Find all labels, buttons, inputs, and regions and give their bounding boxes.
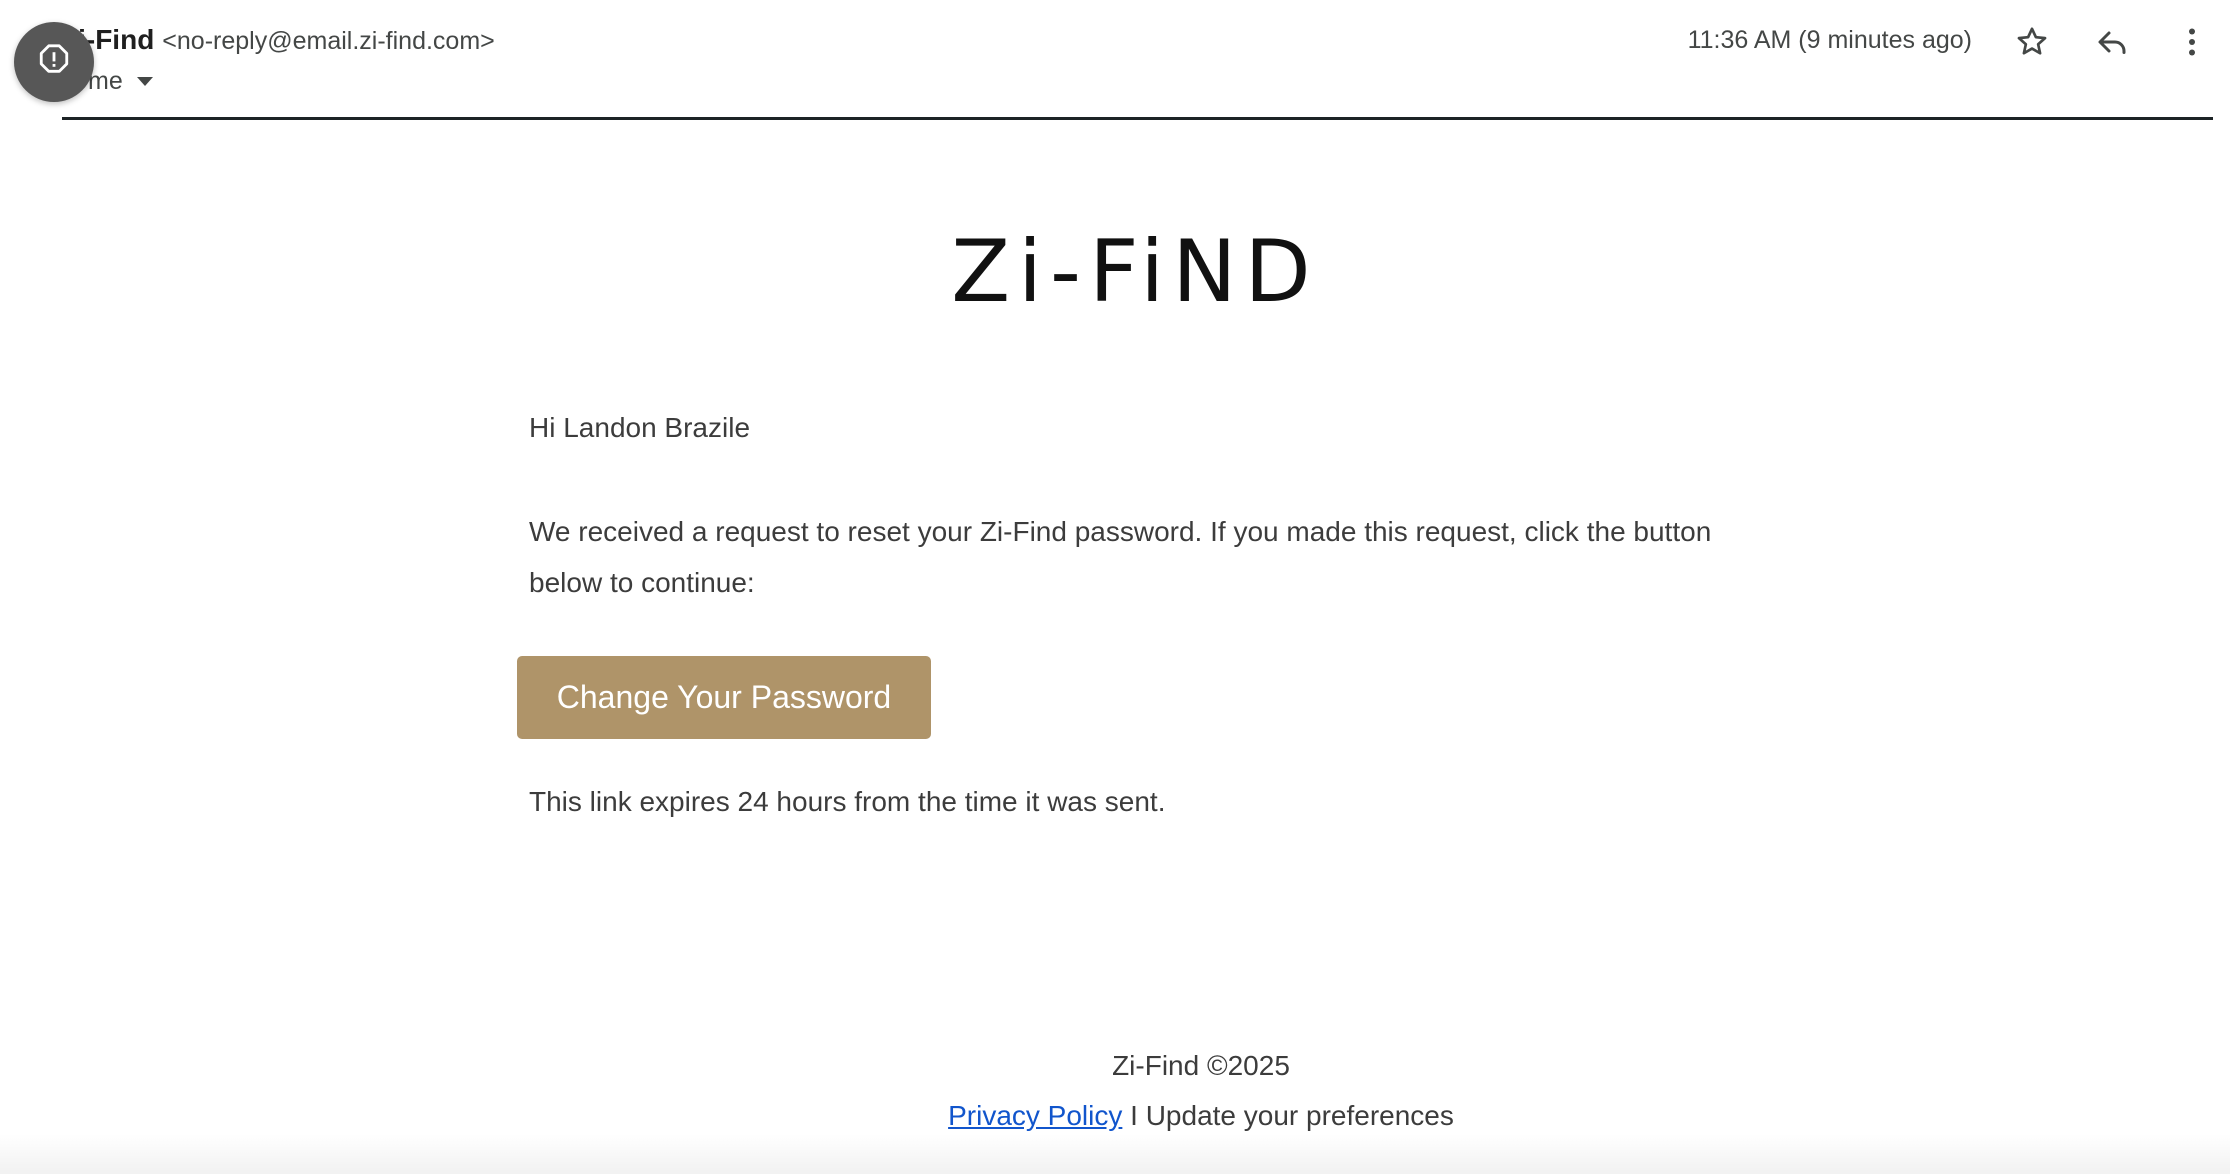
star-button[interactable] <box>2008 20 2056 68</box>
footer-copyright: Zi-Find ©2025 <box>1112 1050 1290 1081</box>
star-icon <box>2014 24 2050 65</box>
footer-separator: I <box>1130 1100 1138 1131</box>
email-body-text: We received a request to reset your Zi-F… <box>529 516 1712 598</box>
expiry-note: This link expires 24 hours from the time… <box>529 786 1166 817</box>
recipient-label: me <box>88 66 123 95</box>
sender-line: Zi-Find <no-reply@email.zi-find.com> <box>61 24 495 60</box>
reply-button[interactable] <box>2088 20 2136 68</box>
email-timestamp: 11:36 AM (9 minutes ago) <box>1687 26 1972 54</box>
bottom-fade <box>0 1134 2230 1174</box>
recipient-dropdown[interactable]: me <box>88 64 153 98</box>
alert-icon <box>37 43 71 82</box>
brand-logo: Zi-FiND <box>951 222 1319 322</box>
change-password-button[interactable]: Change Your Password <box>517 656 931 739</box>
header-divider <box>62 117 2213 120</box>
update-preferences-link[interactable]: Update your preferences <box>1146 1100 1454 1131</box>
alert-badge[interactable] <box>14 22 94 102</box>
more-vert-icon <box>2174 24 2210 65</box>
sender-email: <no-reply@email.zi-find.com> <box>162 27 495 55</box>
email-view: Zi-Find <no-reply@email.zi-find.com> me … <box>0 0 2230 1174</box>
privacy-policy-link[interactable]: Privacy Policy <box>948 1100 1122 1131</box>
more-options-button[interactable] <box>2168 20 2216 68</box>
reply-icon <box>2094 24 2130 65</box>
caret-down-icon <box>136 76 153 86</box>
footer-links: Privacy Policy I Update your preferences <box>0 1100 2230 1132</box>
email-greeting: Hi Landon Brazile <box>529 412 751 443</box>
